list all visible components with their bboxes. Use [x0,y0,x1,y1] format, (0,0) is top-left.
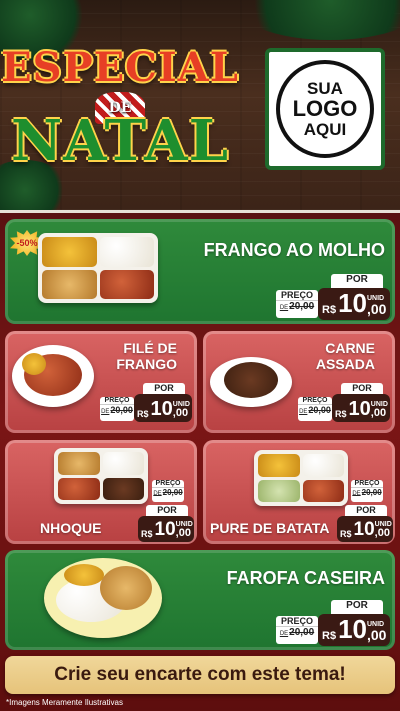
old-price: PREÇO DE20,00 [351,480,383,502]
old-price-label: PREÇO [152,480,184,488]
food-portion [302,454,344,477]
price-cents: UNID ,00 [374,521,392,539]
price-integer: 10 [338,288,367,318]
old-price-value: DE20,00 [101,405,133,415]
food-image-file-de-frango [12,345,94,407]
food-portion [64,564,104,586]
por-label: POR [331,274,383,288]
logo-text-line2: LOGO [292,96,358,122]
price-box: R$ 10 UNID ,00 [337,516,393,542]
footnote: *Imagens Meramente Ilustrativas [6,698,123,707]
food-portion [99,237,154,267]
currency: R$ [141,529,153,539]
currency: R$ [322,630,337,642]
food-portion [102,452,144,475]
currency: R$ [335,409,347,419]
price-integer: 10 [338,614,367,644]
old-price: PREÇO DE20,00 [152,480,184,502]
food-portion [58,477,100,500]
food-image-pure-de-batata [254,450,348,506]
price-box: R$ 10 UNID ,00 [138,516,194,542]
price-integer: 10 [353,519,375,540]
currency: R$ [340,529,352,539]
price-box: R$ 10 UNID ,00 [332,394,390,422]
logo-text-line1: SUA [307,78,343,98]
price-integer: 10 [154,519,176,540]
food-portion [100,566,152,610]
product-name: FAROFA CASEIRA [226,568,385,588]
price-cents: UNID ,00 [172,401,190,419]
food-image-nhoque [54,448,148,504]
old-price: PREÇO DE20,00 [100,397,134,421]
price-cents: UNID ,00 [366,621,387,643]
old-price-label: PREÇO [276,290,318,301]
product-name: FILÉ DE FRANGO [116,340,177,373]
old-price-label: PREÇO [351,480,383,488]
food-portion [224,362,278,398]
food-portion [58,452,100,475]
title-natal: NATAL [10,108,229,174]
old-price: PREÇO DE20,00 [276,290,318,318]
old-price-value: DE20,00 [352,488,382,497]
food-portion [258,479,300,502]
currency: R$ [137,409,149,419]
currency: R$ [322,304,337,316]
logo-placeholder: SUA LOGO AQUI [265,48,385,170]
price-cents: UNID ,00 [370,401,388,419]
divider [0,210,400,213]
price-integer: 10 [150,398,173,420]
price-box: R$ 10 UNID ,00 [318,614,390,646]
logo-circle: SUA LOGO AQUI [276,60,374,158]
food-portion [42,237,97,267]
food-portion [258,454,300,477]
price-cents: UNID ,00 [175,521,193,539]
old-price-value: DE20,00 [279,301,315,312]
food-image-farofa-caseira [44,558,162,638]
food-image-frango-ao-molho [38,233,158,303]
title-especial: ESPECIAL [1,44,239,91]
old-price: PREÇO DE20,00 [276,616,318,644]
old-price-label: PREÇO [298,397,332,405]
logo-text-line3: AQUI [303,119,347,139]
old-price-label: PREÇO [100,397,134,405]
price-box: R$ 10 UNID ,00 [134,394,192,422]
header: ESPECIAL DE NATAL SUA LOGO AQUI [0,0,400,210]
food-portion [102,477,144,500]
product-name: CARNE ASSADA [315,340,375,373]
cta-banner[interactable]: Crie seu encarte com este tema! [5,656,395,694]
food-portion [42,269,97,299]
food-portion [302,479,344,502]
old-price-value: DE20,00 [153,488,183,497]
price-integer: 10 [348,398,371,420]
food-image-carne-assada [210,357,292,407]
old-price-value: DE20,00 [279,627,315,638]
food-portion [22,353,46,375]
old-price-label: PREÇO [276,616,318,627]
pine-branch-decoration [230,0,400,40]
food-portion [99,269,154,299]
price-box: R$ 10 UNID ,00 [318,288,390,320]
old-price-value: DE20,00 [299,405,331,415]
por-label: POR [331,600,383,614]
old-price: PREÇO DE20,00 [298,397,332,421]
price-cents: UNID ,00 [366,295,387,317]
product-name: PURE DE BATATA [210,520,330,536]
product-name: NHOQUE [40,520,102,536]
product-name: FRANGO AO MOLHO [203,240,385,260]
